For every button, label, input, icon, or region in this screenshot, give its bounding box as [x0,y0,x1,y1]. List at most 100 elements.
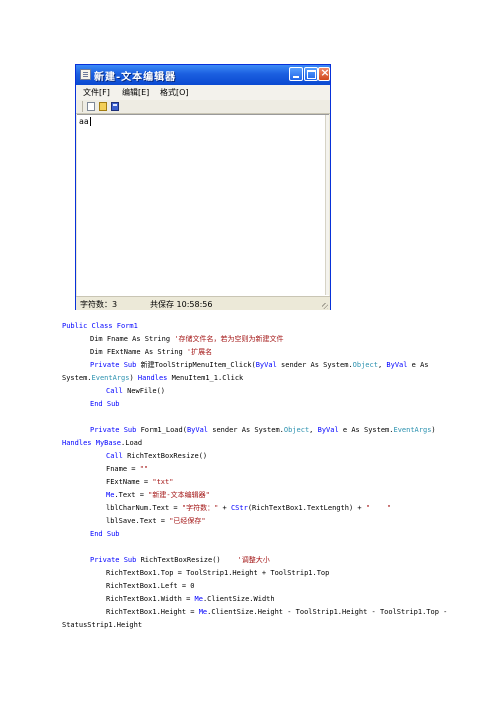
code-keyword: Call [106,387,123,395]
menu-bar: 文件[F] 编辑[E] 格式[O] [76,85,330,101]
code-keyword: ByVal [255,361,277,369]
code-text: StatusStrip1.Height [62,621,143,629]
minimize-icon [293,76,299,78]
code-text: Dim Fname As String [90,335,171,343]
code-text: RichTextBoxResize() [136,556,221,564]
code-text: Dim FExtName As String [90,348,183,356]
editor-window: 新建-文本编辑器 × 文件[F] 编辑[E] 格式[O] aa 字符数：3 共保… [75,64,331,310]
code-line: Fname = "" [106,463,148,475]
code-line: StatusStrip1.Height [62,619,142,631]
code-keyword: Handles [137,374,168,382]
code-keyword: ByVal [386,361,408,369]
open-folder-icon[interactable] [99,102,107,111]
code-text: System. [62,374,92,382]
code-line: lblSave.Text = "已经保存" [106,515,206,527]
code-line: Public Class Form1 [62,320,138,332]
code-string: " " [365,504,392,512]
minimize-button[interactable] [289,67,303,81]
code-line: lblCharNum.Text = "字符数：" + CStr(RichText… [106,502,391,514]
code-text: RichTextBox1.Left = 0 [106,582,195,590]
menu-file[interactable]: 文件[F] [83,87,110,98]
code-text: .ClientSize.Height - ToolStrip1.Height -… [207,608,448,616]
code-text: MenuItem1_1.Click [167,374,244,382]
char-count-label: 字符数：3 [80,300,118,309]
code-comment: '扩展名 [182,348,213,356]
code-text: Form1_Load( [136,426,187,434]
code-text: FExtName = [106,478,153,486]
menu-edit[interactable]: 编辑[E] [122,87,149,98]
maximize-icon [307,70,316,79]
code-line: Private Sub 新建ToolStripMenuItem_Click(By… [90,359,429,371]
close-button[interactable]: × [318,66,330,81]
rich-text-box[interactable]: aa [77,114,329,296]
code-text: sender As System. [276,361,353,369]
code-keyword: End Sub [90,530,120,538]
code-line: Private Sub Form1_Load(ByVal sender As S… [90,424,436,436]
text-caret [89,117,91,126]
code-line: Call RichTextBoxResize() [106,450,207,462]
code-line: RichTextBox1.Left = 0 [106,580,195,592]
code-type: EventArgs [393,426,432,434]
code-type: EventArgs [91,374,130,382]
window-title: 新建-文本编辑器 [94,72,177,83]
code-keyword: Me [198,608,208,616]
menu-format[interactable]: 格式[O] [160,87,189,98]
resize-grip[interactable] [322,303,328,309]
new-file-icon[interactable] [87,102,95,111]
code-text: Fname = [106,465,140,473]
code-keyword: MyBase [91,439,122,447]
code-line: Dim FExtName As String '扩展名 [90,346,212,358]
code-line: End Sub [90,398,120,410]
code-keyword: Private Sub [90,361,137,369]
code-class-decl: Public Class Form1 [62,322,138,330]
code-text: sender As System. [208,426,284,434]
code-keyword: ByVal [186,426,209,434]
code-string: "已经保存" [169,517,206,525]
code-string: "新建-文本编辑器" [148,491,210,499]
code-line: Me.Text = "新建-文本编辑器" [106,489,210,501]
code-keyword: End Sub [90,400,120,408]
code-line: RichTextBox1.Width = Me.ClientSize.Width [106,593,275,605]
code-text: ) [129,374,138,382]
code-line: Handles MyBase.Load [62,437,142,449]
code-text: RichTextBox1.Width = [106,595,195,603]
code-type: Object [283,426,310,434]
code-text: RichTextBox1.Top = ToolStrip1.Height + T… [106,569,330,577]
code-string: "" [139,465,149,473]
close-icon: × [320,66,330,79]
code-line: End Sub [90,528,120,540]
code-text: NewFile() [122,387,166,395]
code-text: ) [431,426,436,434]
code-line: Dim Fname As String '存储文件名，若为空则为新建文件 [90,333,284,345]
notepad-icon [80,69,91,80]
code-keyword: CStr [230,504,248,512]
maximize-button[interactable] [304,67,318,81]
code-text: RichTextBoxResize() [122,452,208,460]
code-text: , [309,426,318,434]
code-line: RichTextBox1.Top = ToolStrip1.Height + T… [106,567,329,579]
code-text: lblCharNum.Text = [106,504,182,512]
code-line: Call NewFile() [106,385,165,397]
code-text: + [218,504,231,512]
code-text: (RichTextBox1.TextLength) + [247,504,366,512]
code-string: "字符数：" [181,504,219,512]
code-text: e As System. [338,426,394,434]
editor-text: aa [79,117,89,126]
code-text: RichTextBox1.Height = [106,608,199,616]
code-line: RichTextBox1.Height = Me.ClientSize.Heig… [106,606,447,618]
code-line: FExtName = "txt" [106,476,173,488]
code-text: .Load [121,439,143,447]
code-comment: '存储文件名，若为空则为新建文件 [170,335,284,343]
title-bar[interactable]: 新建-文本编辑器 × [76,65,330,85]
code-keyword: Call [106,452,123,460]
code-keyword: Me [194,595,203,603]
editor-content[interactable]: aa [79,117,91,126]
code-keyword: Private Sub [90,556,137,564]
save-status-label: 共保存 10:58:56 [150,300,213,309]
code-text: lblSave.Text = [106,517,170,525]
vertical-scrollbar[interactable] [325,115,329,295]
save-disk-icon[interactable] [111,102,119,111]
code-keyword: ByVal [317,426,339,434]
toolbar [76,100,330,114]
code-text: .ClientSize.Width [202,595,275,603]
